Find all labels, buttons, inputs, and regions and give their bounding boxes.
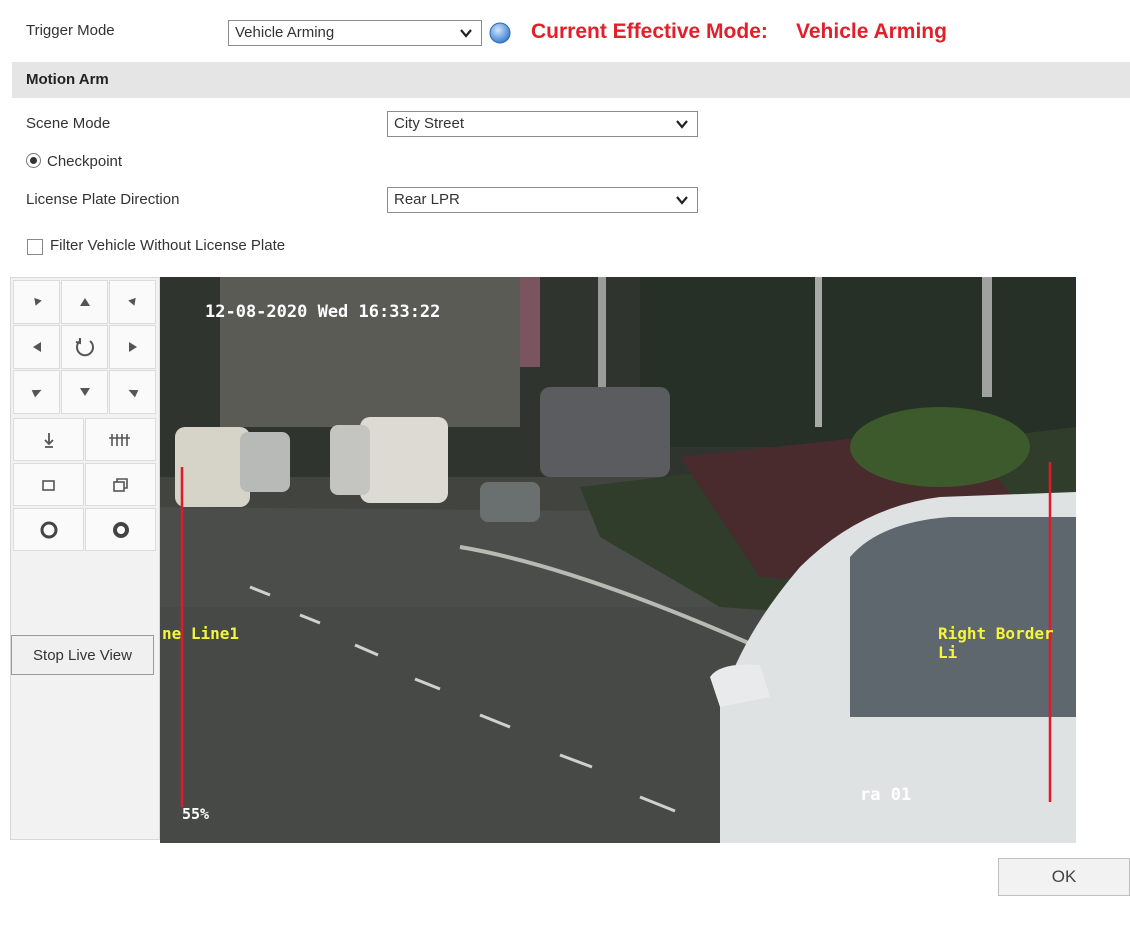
arrow-up-icon[interactable]: [61, 280, 108, 324]
chevron-down-icon: [676, 196, 688, 205]
effective-mode-label: Current Effective Mode:: [531, 20, 768, 43]
zoom-out-icon[interactable]: [85, 418, 156, 461]
camera-name: ra 01: [860, 785, 912, 805]
plate-direction-select[interactable]: Rear LPR: [387, 187, 698, 213]
video-frame: [160, 277, 1076, 843]
live-view[interactable]: 12-08-2020 Wed 16:33:22 ne Line1 Right B…: [160, 277, 1076, 843]
effective-mode-value: Vehicle Arming: [796, 20, 947, 43]
zoom-level: 55%: [182, 805, 210, 823]
iris-close-icon[interactable]: [85, 508, 156, 551]
scene-mode-value: City Street: [394, 115, 465, 132]
right-line-label: Right Border Li: [938, 624, 1054, 662]
focus-near-icon[interactable]: [13, 463, 84, 506]
stop-live-view-button[interactable]: Stop Live View: [11, 635, 154, 675]
trigger-mode-select[interactable]: Vehicle Arming: [228, 20, 482, 46]
zoom-in-icon[interactable]: [13, 418, 84, 461]
chevron-down-icon: [460, 29, 472, 38]
checkpoint-radio[interactable]: [26, 153, 41, 168]
filter-checkbox[interactable]: [27, 239, 43, 255]
filter-label: Filter Vehicle Without License Plate: [50, 237, 286, 254]
checkpoint-label: Checkpoint: [47, 153, 123, 170]
focus-far-icon[interactable]: [85, 463, 156, 506]
arrow-right-icon[interactable]: [109, 325, 156, 369]
auto-scan-icon[interactable]: [61, 325, 108, 369]
arrow-up-right-icon[interactable]: [109, 280, 156, 324]
arrow-up-left-icon[interactable]: [13, 280, 60, 324]
trigger-mode-value: Vehicle Arming: [235, 24, 335, 41]
arrow-left-icon[interactable]: [13, 325, 60, 369]
video-timestamp: 12-08-2020 Wed 16:33:22: [205, 302, 441, 322]
info-icon[interactable]: [489, 22, 511, 44]
scene-mode-select[interactable]: City Street: [387, 111, 698, 137]
trigger-mode-label: Trigger Mode: [26, 22, 115, 39]
section-header: [12, 62, 1130, 98]
arrow-down-right-icon[interactable]: [109, 370, 156, 414]
arrow-down-icon[interactable]: [61, 370, 108, 414]
plate-direction-value: Rear LPR: [394, 191, 460, 208]
ok-button[interactable]: OK: [998, 858, 1130, 896]
iris-open-icon[interactable]: [13, 508, 84, 551]
arrow-down-left-icon[interactable]: [13, 370, 60, 414]
scene-mode-label: Scene Mode: [26, 115, 111, 132]
plate-direction-label: License Plate Direction: [26, 191, 180, 208]
left-line-label: ne Line1: [162, 624, 240, 643]
chevron-down-icon: [676, 120, 688, 129]
section-title: Motion Arm: [26, 71, 109, 88]
